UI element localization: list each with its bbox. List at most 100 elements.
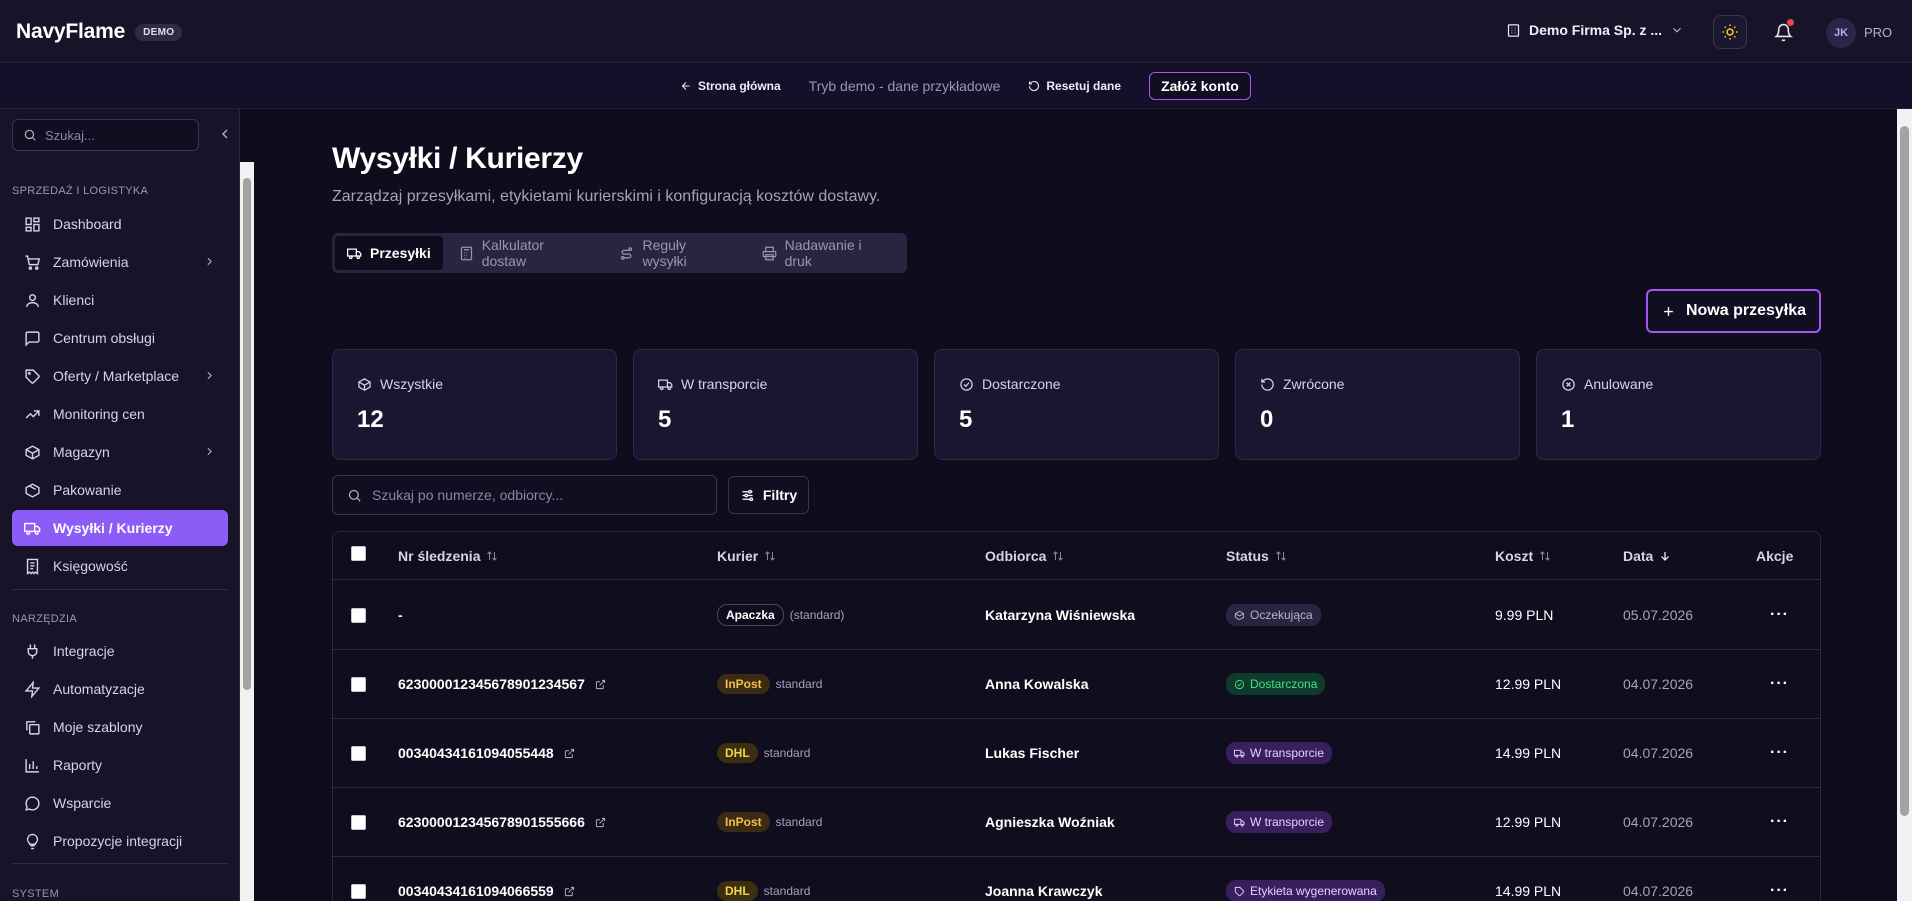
courier-badge: InPost bbox=[717, 674, 770, 694]
rotate-ccw-icon bbox=[1260, 377, 1275, 392]
select-all-checkbox[interactable] bbox=[351, 546, 366, 561]
theme-toggle-button[interactable] bbox=[1713, 15, 1747, 49]
sidebar-item-reports[interactable]: Raporty bbox=[12, 747, 228, 783]
courier-badge: InPost bbox=[717, 812, 770, 832]
main-scrollbar-thumb[interactable] bbox=[1900, 126, 1909, 816]
sidebar-item-integrations[interactable]: Integracje bbox=[12, 633, 228, 669]
stat-card-in-transit[interactable]: W transporcie 5 bbox=[633, 349, 918, 460]
row-actions-button[interactable]: ··· bbox=[1770, 788, 1789, 856]
collapse-sidebar-icon[interactable] bbox=[217, 126, 233, 142]
company-switcher[interactable]: Demo Firma Sp. z ... bbox=[1506, 22, 1684, 38]
sidebar-item-packing[interactable]: Pakowanie bbox=[12, 472, 228, 508]
row-actions-button[interactable]: ··· bbox=[1770, 857, 1789, 901]
sidebar-scrollbar-thumb[interactable] bbox=[243, 178, 251, 690]
courier-cell: InPost standard bbox=[717, 650, 822, 718]
tab-shipping-rules[interactable]: Reguły wysyłki bbox=[607, 236, 745, 270]
stat-card-cancelled[interactable]: Anulowane 1 bbox=[1536, 349, 1821, 460]
table-row[interactable]: 623000012345678901555666 InPost standard… bbox=[333, 788, 1820, 857]
external-link-icon[interactable] bbox=[595, 817, 606, 828]
sidebar-item-orders[interactable]: Zamówienia bbox=[12, 244, 228, 280]
sidebar-item-shipping[interactable]: Wysyłki / Kurierzy bbox=[12, 510, 228, 546]
date-value: 04.07.2026 bbox=[1623, 676, 1694, 692]
tab-delivery-calculator[interactable]: Kalkulator dostaw bbox=[447, 236, 604, 270]
column-date[interactable]: Data bbox=[1623, 548, 1671, 564]
filters-button[interactable]: Filtry bbox=[728, 476, 809, 514]
courier-badge: DHL bbox=[717, 743, 758, 763]
sidebar-item-dashboard[interactable]: Dashboard bbox=[12, 206, 228, 242]
table-row[interactable]: - Apaczka (standard) Katarzyna Wiśniewsk… bbox=[333, 581, 1820, 650]
new-shipment-button[interactable]: Nowa przesyłka bbox=[1646, 289, 1821, 333]
sidebar-item-support[interactable]: Wsparcie bbox=[12, 785, 228, 821]
row-actions-button[interactable]: ··· bbox=[1770, 650, 1789, 718]
row-checkbox[interactable] bbox=[351, 788, 366, 856]
column-status[interactable]: Status bbox=[1226, 548, 1287, 564]
stat-card-returned[interactable]: Zwrócone 0 bbox=[1235, 349, 1520, 460]
avatar[interactable]: JK bbox=[1826, 18, 1856, 48]
column-tracking[interactable]: Nr śledzenia bbox=[398, 548, 498, 564]
tracking-number[interactable]: 00340434161094055448 bbox=[398, 719, 575, 787]
sidebar-item-clients[interactable]: Klienci bbox=[12, 282, 228, 318]
create-account-button[interactable]: Załóż konto bbox=[1149, 72, 1251, 100]
tracking-number[interactable]: 623000012345678901234567 bbox=[398, 650, 606, 718]
search-icon bbox=[23, 128, 37, 142]
status-badge: Etykieta wygenerowana bbox=[1226, 880, 1385, 901]
sidebar-item-accounting[interactable]: Księgowość bbox=[12, 548, 228, 584]
checkbox[interactable] bbox=[351, 607, 366, 623]
sidebar-search-input[interactable] bbox=[45, 127, 185, 143]
shipments-search[interactable] bbox=[332, 475, 717, 515]
notifications-button[interactable] bbox=[1770, 19, 1796, 45]
checkbox[interactable] bbox=[351, 676, 366, 692]
courier-badge: Apaczka bbox=[717, 604, 784, 626]
sidebar-item-integration-proposals[interactable]: Propozycje integracji bbox=[12, 823, 228, 859]
tracking-number[interactable]: 00340434161094066559 bbox=[398, 857, 575, 901]
external-link-icon[interactable] bbox=[564, 886, 575, 897]
row-actions-button[interactable]: ··· bbox=[1770, 581, 1789, 649]
sidebar-item-templates[interactable]: Moje szablony bbox=[12, 709, 228, 745]
plug-icon bbox=[24, 643, 41, 660]
brand[interactable]: NavyFlame DEMO bbox=[16, 20, 183, 44]
sidebar-item-label: Magazyn bbox=[53, 444, 110, 460]
chevron-right-icon bbox=[203, 255, 216, 268]
table-row[interactable]: 623000012345678901234567 InPost standard… bbox=[333, 650, 1820, 719]
sidebar-item-price-monitoring[interactable]: Monitoring cen bbox=[12, 396, 228, 432]
trend-icon bbox=[24, 406, 41, 423]
checkbox[interactable] bbox=[351, 814, 366, 830]
stat-card-all[interactable]: Wszystkie 12 bbox=[332, 349, 617, 460]
checkbox[interactable] bbox=[351, 745, 366, 761]
column-courier[interactable]: Kurier bbox=[717, 548, 776, 564]
recipient-name: Agnieszka Woźniak bbox=[985, 814, 1115, 830]
stat-label: Zwrócone bbox=[1283, 376, 1345, 392]
shipments-search-input[interactable] bbox=[372, 487, 702, 503]
tab-shipments[interactable]: Przesyłki bbox=[335, 236, 443, 270]
column-recipient[interactable]: Odbiorca bbox=[985, 548, 1064, 564]
help-chat-icon bbox=[24, 795, 41, 812]
tab-dispatch-print[interactable]: Nadawanie i druk bbox=[750, 236, 904, 270]
table-row[interactable]: 00340434161094055448 DHL standard Lukas … bbox=[333, 719, 1820, 788]
box-icon bbox=[24, 444, 41, 461]
column-cost[interactable]: Koszt bbox=[1495, 548, 1551, 564]
sidebar-item-label: Raporty bbox=[53, 757, 103, 773]
row-checkbox[interactable] bbox=[351, 857, 366, 901]
stat-card-delivered[interactable]: Dostarczone 5 bbox=[934, 349, 1219, 460]
sidebar-item-label: Pakowanie bbox=[53, 482, 122, 498]
sidebar-item-warehouse[interactable]: Magazyn bbox=[12, 434, 228, 470]
sidebar-item-offers[interactable]: Oferty / Marketplace bbox=[12, 358, 228, 394]
truck-icon bbox=[347, 246, 362, 261]
external-link-icon[interactable] bbox=[564, 748, 575, 759]
row-checkbox[interactable] bbox=[351, 650, 366, 718]
reset-data-button[interactable]: Resetuj dane bbox=[1028, 79, 1121, 93]
sidebar-item-service-center[interactable]: Centrum obsługi bbox=[12, 320, 228, 356]
row-actions-button[interactable]: ··· bbox=[1770, 719, 1789, 787]
package-icon bbox=[1234, 610, 1245, 621]
home-link[interactable]: Strona główna bbox=[680, 79, 781, 93]
tracking-number: - bbox=[398, 581, 403, 649]
table-row[interactable]: 00340434161094066559 DHL standard Joanna… bbox=[333, 857, 1820, 901]
sidebar-item-automations[interactable]: Automatyzacje bbox=[12, 671, 228, 707]
external-link-icon[interactable] bbox=[595, 679, 606, 690]
sidebar-search[interactable] bbox=[12, 119, 199, 151]
tracking-number[interactable]: 623000012345678901555666 bbox=[398, 788, 606, 856]
row-checkbox[interactable] bbox=[351, 581, 366, 649]
checkbox[interactable] bbox=[351, 883, 366, 899]
row-checkbox[interactable] bbox=[351, 719, 366, 787]
checkbox[interactable] bbox=[351, 546, 366, 561]
